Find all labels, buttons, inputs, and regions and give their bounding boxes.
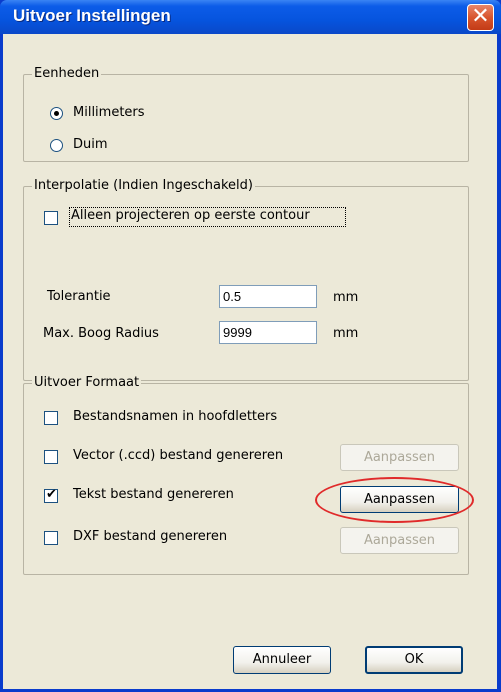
checkbox-dxf-file[interactable] [44, 531, 58, 545]
window-frame-right [497, 34, 501, 692]
checkbox-text-file-label[interactable]: Tekst bestand genereren [73, 487, 234, 502]
close-icon: ✕ [471, 4, 490, 29]
checkbox-uppercase-filenames-label[interactable]: Bestandsnamen in hoofdletters [73, 409, 277, 424]
checkbox-vector-file-label[interactable]: Vector (.ccd) bestand genereren [73, 448, 283, 463]
dialog-client-area: Eenheden Millimeters Duim Interpolatie (… [3, 34, 497, 689]
radio-duim-label[interactable]: Duim [73, 137, 108, 152]
dialog-window: Uitvoer Instellingen ✕ Eenheden Millimet… [0, 0, 501, 692]
checkbox-project-first-contour[interactable] [44, 211, 58, 225]
radio-millimeters[interactable] [50, 107, 63, 120]
interpolation-legend: Interpolatie (Indien Ingeschakeld) [32, 178, 255, 193]
dxf-aanpassen-button[interactable]: Aanpassen [340, 527, 459, 554]
max-arc-radius-label: Max. Boog Radius [43, 326, 159, 341]
radio-duim[interactable] [50, 139, 63, 152]
checkbox-text-file[interactable] [44, 487, 58, 503]
tolerance-input[interactable] [219, 285, 317, 308]
units-legend: Eenheden [32, 66, 102, 81]
checkbox-project-first-contour-label[interactable]: Alleen projecteren op eerste contour [71, 208, 310, 223]
max-arc-radius-unit: mm [333, 326, 359, 341]
ok-button[interactable]: OK [365, 646, 463, 674]
radio-millimeters-label[interactable]: Millimeters [73, 105, 145, 120]
max-arc-radius-input[interactable] [219, 321, 317, 344]
vector-aanpassen-button[interactable]: Aanpassen [340, 444, 459, 471]
output-format-legend: Uitvoer Formaat [32, 375, 142, 390]
tolerance-label: Tolerantie [47, 289, 111, 304]
checkbox-uppercase-filenames[interactable] [44, 411, 58, 425]
title-bar[interactable]: Uitvoer Instellingen ✕ [0, 0, 501, 34]
highlight-annotation [315, 477, 474, 523]
window-title: Uitvoer Instellingen [13, 6, 171, 25]
close-button[interactable]: ✕ [467, 4, 494, 31]
cancel-button[interactable]: Annuleer [233, 646, 331, 674]
checkbox-dxf-file-label[interactable]: DXF bestand genereren [73, 529, 227, 544]
tolerance-unit: mm [333, 290, 359, 305]
checkbox-vector-file[interactable] [44, 450, 58, 464]
